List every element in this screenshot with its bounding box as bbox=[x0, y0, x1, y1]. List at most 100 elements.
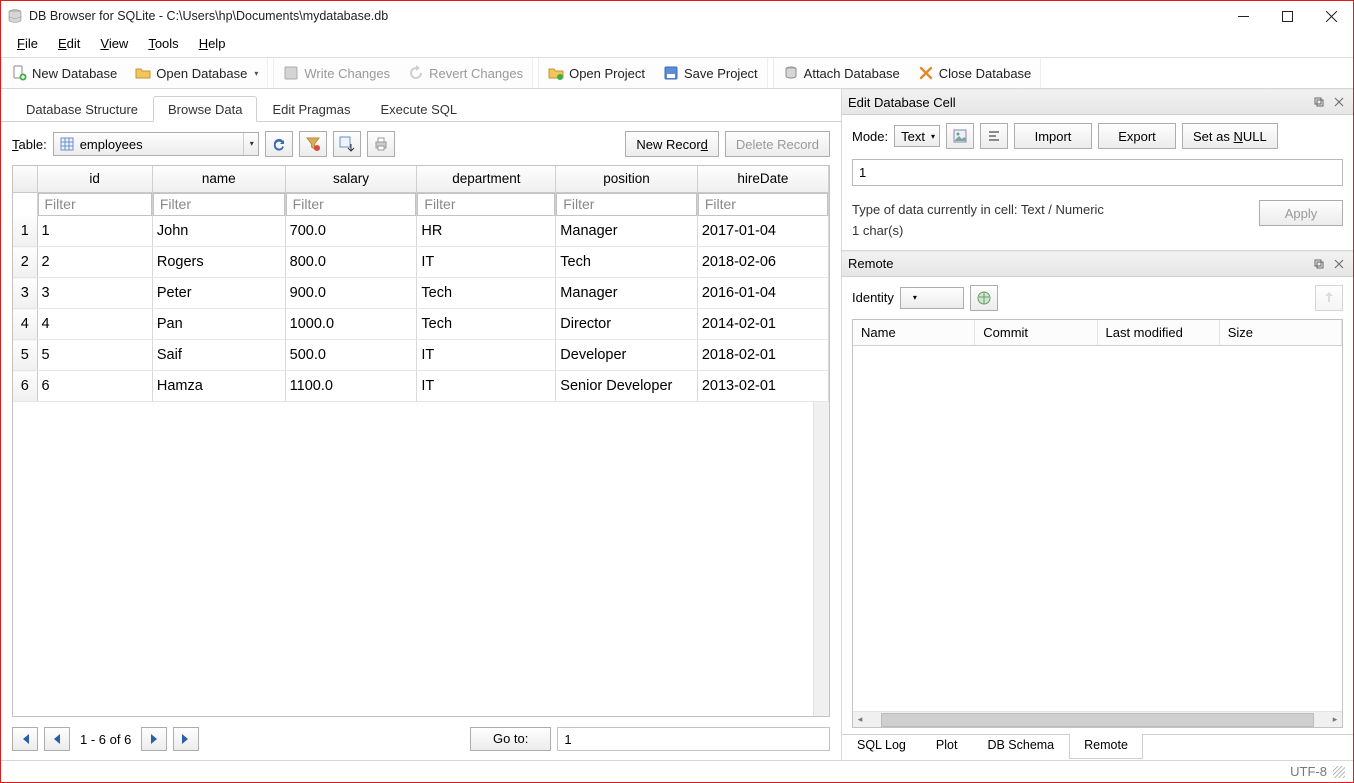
save-project-button[interactable]: Save Project bbox=[654, 59, 767, 87]
vertical-scrollbar[interactable] bbox=[813, 402, 829, 716]
cell-name[interactable]: Peter bbox=[152, 278, 285, 309]
mode-select[interactable]: Text▾ bbox=[894, 125, 940, 147]
cell-position[interactable]: Tech bbox=[556, 247, 698, 278]
cell-position[interactable]: Manager bbox=[556, 278, 698, 309]
filter-name[interactable] bbox=[153, 193, 285, 216]
row-number[interactable]: 4 bbox=[13, 309, 37, 340]
cell-position[interactable]: Senior Developer bbox=[556, 371, 698, 402]
table-row[interactable]: 3 3 Peter 900.0 Tech Manager 2016-01-04 bbox=[13, 278, 829, 309]
filter-id[interactable] bbox=[38, 193, 152, 216]
remote-col-size[interactable]: Size bbox=[1220, 320, 1342, 345]
close-database-button[interactable]: Close Database bbox=[909, 59, 1041, 87]
identity-select[interactable]: ▾ bbox=[900, 287, 964, 309]
col-salary[interactable]: salary bbox=[285, 166, 417, 192]
new-database-button[interactable]: New Database bbox=[2, 59, 126, 87]
close-panel-icon[interactable] bbox=[1331, 94, 1347, 110]
import-button[interactable]: Import bbox=[1014, 123, 1092, 149]
row-number[interactable]: 2 bbox=[13, 247, 37, 278]
cell-hiredate[interactable]: 2016-01-04 bbox=[697, 278, 828, 309]
open-database-button[interactable]: Open Database▾ bbox=[126, 59, 267, 87]
menu-tools[interactable]: Tools bbox=[140, 32, 186, 55]
cell-position[interactable]: Developer bbox=[556, 340, 698, 371]
first-page-button[interactable] bbox=[12, 727, 38, 751]
dropdown-arrow-icon[interactable]: ▾ bbox=[254, 69, 258, 78]
table-row[interactable]: 4 4 Pan 1000.0 Tech Director 2014-02-01 bbox=[13, 309, 829, 340]
clear-filters-button[interactable] bbox=[299, 131, 327, 157]
row-number[interactable]: 1 bbox=[13, 216, 37, 247]
cell-position[interactable]: Manager bbox=[556, 216, 698, 247]
filter-salary[interactable] bbox=[286, 193, 417, 216]
cell-id[interactable]: 2 bbox=[37, 247, 152, 278]
menu-view[interactable]: View bbox=[92, 32, 136, 55]
close-button[interactable] bbox=[1309, 2, 1353, 30]
tab-edit-pragmas[interactable]: Edit Pragmas bbox=[257, 96, 365, 122]
tab-execute-sql[interactable]: Execute SQL bbox=[365, 96, 472, 122]
cell-hiredate[interactable]: 2017-01-04 bbox=[697, 216, 828, 247]
minimize-button[interactable] bbox=[1221, 2, 1265, 30]
filter-position[interactable] bbox=[556, 193, 697, 216]
goto-input[interactable] bbox=[557, 727, 830, 751]
resize-grip-icon[interactable] bbox=[1333, 766, 1345, 778]
col-name[interactable]: name bbox=[152, 166, 285, 192]
tab-database-structure[interactable]: Database Structure bbox=[11, 96, 153, 122]
filter-hiredate[interactable] bbox=[698, 193, 828, 216]
cell-salary[interactable]: 700.0 bbox=[285, 216, 417, 247]
cell-hiredate[interactable]: 2018-02-06 bbox=[697, 247, 828, 278]
export-button[interactable]: Export bbox=[1098, 123, 1176, 149]
last-page-button[interactable] bbox=[173, 727, 199, 751]
cell-salary[interactable]: 900.0 bbox=[285, 278, 417, 309]
open-project-button[interactable]: Open Project bbox=[539, 59, 654, 87]
close-panel-icon[interactable] bbox=[1331, 256, 1347, 272]
refresh-button[interactable] bbox=[265, 131, 293, 157]
row-number[interactable]: 6 bbox=[13, 371, 37, 402]
attach-database-button[interactable]: Attach Database bbox=[774, 59, 909, 87]
cell-id[interactable]: 5 bbox=[37, 340, 152, 371]
cell-department[interactable]: IT bbox=[417, 247, 556, 278]
tab-browse-data[interactable]: Browse Data bbox=[153, 96, 257, 122]
cell-department[interactable]: IT bbox=[417, 371, 556, 402]
col-id[interactable]: id bbox=[37, 166, 152, 192]
row-number[interactable]: 3 bbox=[13, 278, 37, 309]
menu-file[interactable]: File bbox=[9, 32, 46, 55]
cell-value-editor[interactable]: 1 bbox=[852, 159, 1343, 186]
cell-salary[interactable]: 500.0 bbox=[285, 340, 417, 371]
tab-db-schema[interactable]: DB Schema bbox=[972, 734, 1069, 759]
cell-name[interactable]: Rogers bbox=[152, 247, 285, 278]
edit-cell-tool2[interactable] bbox=[980, 123, 1008, 149]
col-department[interactable]: department bbox=[417, 166, 556, 192]
filter-department[interactable] bbox=[417, 193, 555, 216]
cell-name[interactable]: John bbox=[152, 216, 285, 247]
table-row[interactable]: 1 1 John 700.0 HR Manager 2017-01-04 bbox=[13, 216, 829, 247]
print-button[interactable] bbox=[367, 131, 395, 157]
cell-hiredate[interactable]: 2018-02-01 bbox=[697, 340, 828, 371]
tab-plot[interactable]: Plot bbox=[921, 734, 973, 759]
remote-col-modified[interactable]: Last modified bbox=[1098, 320, 1220, 345]
tab-remote[interactable]: Remote bbox=[1069, 734, 1143, 759]
cell-department[interactable]: IT bbox=[417, 340, 556, 371]
cell-name[interactable]: Saif bbox=[152, 340, 285, 371]
cell-salary[interactable]: 800.0 bbox=[285, 247, 417, 278]
remote-horizontal-scrollbar[interactable]: ◂▸ bbox=[853, 711, 1342, 727]
undock-icon[interactable] bbox=[1311, 94, 1327, 110]
save-table-button[interactable] bbox=[333, 131, 361, 157]
cell-id[interactable]: 1 bbox=[37, 216, 152, 247]
tab-sql-log[interactable]: SQL Log bbox=[842, 734, 921, 759]
remote-col-commit[interactable]: Commit bbox=[975, 320, 1097, 345]
cell-name[interactable]: Hamza bbox=[152, 371, 285, 402]
remote-table[interactable]: Name Commit Last modified Size ◂▸ bbox=[852, 319, 1343, 728]
table-row[interactable]: 2 2 Rogers 800.0 IT Tech 2018-02-06 bbox=[13, 247, 829, 278]
remote-col-name[interactable]: Name bbox=[853, 320, 975, 345]
cell-department[interactable]: Tech bbox=[417, 309, 556, 340]
next-page-button[interactable] bbox=[141, 727, 167, 751]
prev-page-button[interactable] bbox=[44, 727, 70, 751]
cell-id[interactable]: 4 bbox=[37, 309, 152, 340]
row-number[interactable]: 5 bbox=[13, 340, 37, 371]
new-record-button[interactable]: New Record bbox=[625, 131, 719, 157]
edit-cell-tool1[interactable] bbox=[946, 123, 974, 149]
set-null-button[interactable]: Set as NULL bbox=[1182, 123, 1278, 149]
cell-id[interactable]: 6 bbox=[37, 371, 152, 402]
menu-edit[interactable]: Edit bbox=[50, 32, 88, 55]
table-row[interactable]: 5 5 Saif 500.0 IT Developer 2018-02-01 bbox=[13, 340, 829, 371]
cell-id[interactable]: 3 bbox=[37, 278, 152, 309]
cell-department[interactable]: Tech bbox=[417, 278, 556, 309]
